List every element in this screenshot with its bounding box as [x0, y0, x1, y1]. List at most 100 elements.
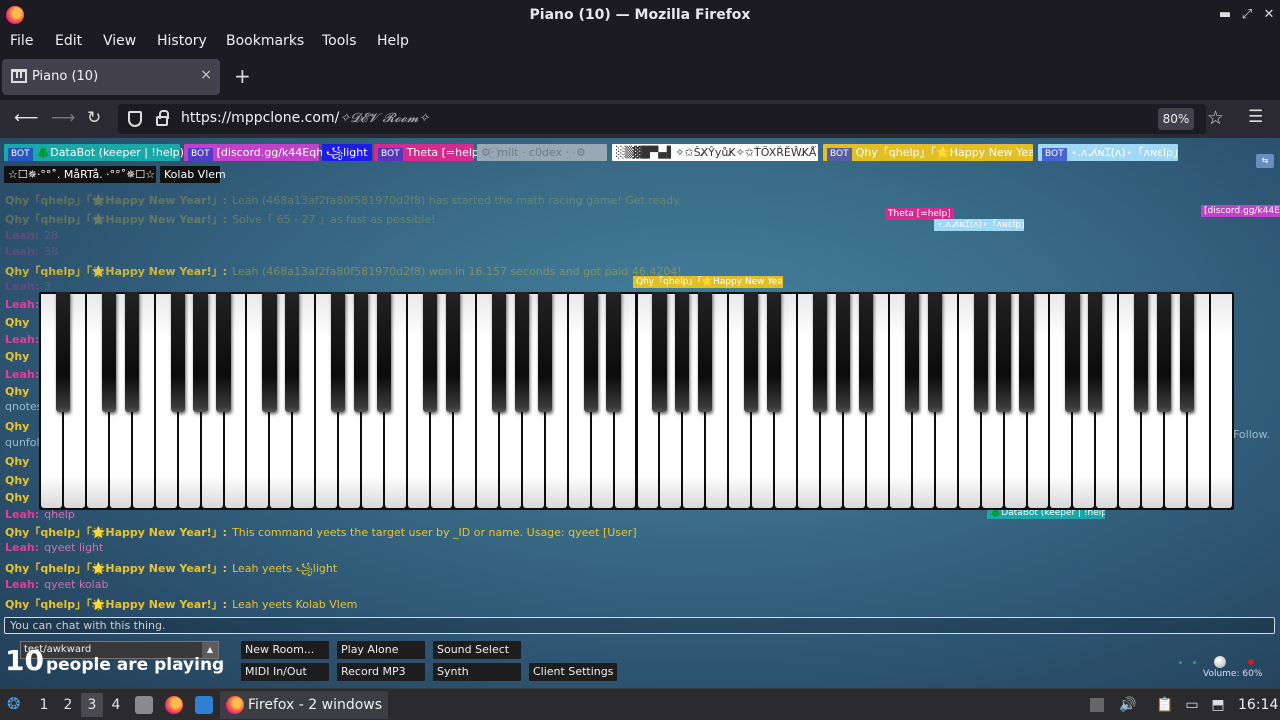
user-tag[interactable]: ⚙·꙰ mllt · c0dex · ·⚙ — [477, 144, 607, 161]
url-bar[interactable]: https://mppclone.com/✧𝓓𝓔𝓥 𝓡𝓸𝓸𝓶✧ 80% ☆ — [118, 104, 1224, 134]
clipboard-icon[interactable]: 📋 — [1156, 696, 1174, 714]
midi-button[interactable]: MIDI In/Out — [241, 663, 329, 681]
black-key[interactable] — [652, 292, 667, 412]
black-key[interactable] — [1065, 292, 1080, 412]
black-key[interactable] — [354, 292, 369, 412]
chat-text: This command yeets the target user by _I… — [232, 526, 637, 539]
close-window-icon[interactable]: ✕ — [1258, 5, 1280, 25]
black-key[interactable] — [606, 292, 621, 412]
user-tag[interactable]: ░▒▓█▀▄▌✧✩ŠX̸ŶyůK̸✧✩ŤÖXŘĚŴK̸Ǻ✧✩ ▐▀▄█▓▒░ — [612, 144, 818, 161]
volume-control[interactable]: Volume: 60% — [1174, 653, 1264, 683]
lock-icon[interactable] — [156, 110, 169, 126]
desktop-icon[interactable] — [195, 696, 213, 714]
black-key[interactable] — [537, 292, 552, 412]
workspace-4[interactable]: 4 — [105, 693, 127, 717]
black-key[interactable] — [767, 292, 782, 412]
piano-keyboard[interactable] — [39, 292, 1234, 510]
app-menu-icon[interactable]: ☰ — [1248, 107, 1263, 127]
synth-button[interactable]: Synth — [433, 663, 521, 681]
black-key[interactable] — [491, 292, 506, 412]
black-key[interactable] — [193, 292, 208, 412]
user-tag[interactable]: BOT ⋆.ᴧ.ᴧ̸ɴꞮ(ᴧ)⋆「ᴧɴɛlp」 — [1038, 144, 1178, 161]
black-key[interactable] — [216, 292, 231, 412]
black-key[interactable] — [101, 292, 116, 412]
volume-icon[interactable]: 🔊 — [1119, 696, 1137, 714]
reload-icon[interactable]: ↻ — [87, 108, 101, 128]
black-key[interactable] — [55, 292, 71, 412]
new-room-button[interactable]: New Room... — [241, 641, 329, 659]
user-tag[interactable]: BOTQhy「qhelp」「🌟Happy New Year!」 — [823, 144, 1033, 161]
menu-history[interactable]: History — [157, 33, 207, 49]
workspace-3[interactable]: 3 — [81, 693, 103, 717]
record-mp3-button[interactable]: Record MP3 — [337, 663, 425, 681]
new-tab-button[interactable]: + — [234, 66, 251, 86]
client-settings-button[interactable]: Client Settings — [529, 663, 617, 681]
menu-help[interactable]: Help — [377, 33, 409, 49]
user-tag[interactable]: BOT Theta [=help] — [374, 144, 483, 161]
workspace-2[interactable]: 2 — [57, 693, 79, 717]
black-key[interactable] — [927, 292, 942, 412]
file-manager-icon[interactable] — [135, 696, 153, 714]
url-text[interactable]: https://mppclone.com/✧𝓓𝓔𝓥 𝓡𝓸𝓸𝓶✧ — [181, 110, 429, 126]
black-key[interactable] — [1088, 292, 1103, 412]
black-key[interactable] — [262, 292, 277, 412]
black-key[interactable] — [996, 292, 1011, 412]
forward-icon[interactable]: ⟶ — [51, 108, 75, 128]
menu-file[interactable]: File — [10, 33, 33, 49]
black-key[interactable] — [812, 292, 828, 412]
black-key[interactable] — [744, 292, 759, 412]
back-icon[interactable]: ⟵ — [14, 108, 38, 128]
maximize-icon[interactable]: ⤢ — [1236, 5, 1258, 25]
black-key[interactable] — [445, 292, 461, 412]
start-menu-icon[interactable]: ❂ — [7, 694, 20, 713]
chat-message: Qhy「qhelp」「🌟Happy New Year!」: Solve「 65 -… — [5, 211, 436, 227]
black-key[interactable] — [904, 292, 919, 412]
shield-icon[interactable] — [128, 111, 142, 127]
menu-tools[interactable]: Tools — [322, 33, 357, 49]
black-key[interactable] — [124, 292, 139, 412]
user-tag[interactable]: BOT 🌲DataBot (keeper | !help)🌲 — [4, 144, 198, 161]
black-key[interactable] — [331, 292, 346, 412]
taskbar-firefox-button[interactable]: Firefox - 2 windows — [220, 691, 388, 719]
tray-up-icon[interactable] — [1090, 698, 1104, 712]
black-key[interactable] — [1134, 292, 1149, 412]
network-icon[interactable]: ⬒ — [1209, 696, 1227, 714]
black-key[interactable] — [583, 292, 598, 412]
black-key[interactable] — [514, 292, 529, 412]
black-key[interactable] — [285, 292, 300, 412]
menu-bookmarks[interactable]: Bookmarks — [226, 33, 304, 49]
minimize-icon[interactable]: ▬ — [1214, 5, 1236, 25]
black-key[interactable] — [835, 292, 851, 412]
menu-view[interactable]: View — [103, 33, 136, 49]
workspace-1[interactable]: 1 — [33, 693, 55, 717]
tab-piano[interactable]: Piano (10) × — [2, 59, 220, 95]
black-key[interactable] — [377, 292, 392, 412]
play-alone-button[interactable]: Play Alone — [337, 641, 425, 659]
black-key[interactable] — [698, 292, 713, 412]
sound-select-button[interactable]: Sound Select — [433, 641, 521, 659]
user-tag[interactable]: Kolab Vlem — [160, 166, 226, 183]
user-tag[interactable]: ☆☐✵·°°˚. MåRTå. ·°°˚✵☐☆ — [4, 166, 156, 183]
black-key[interactable] — [1157, 292, 1172, 412]
black-key[interactable] — [422, 292, 438, 412]
user-tag[interactable]: ꧁light — [322, 144, 372, 161]
user-tag[interactable]: BOT [discord.gg/k44Eqha] — [184, 144, 334, 161]
volume-knob[interactable] — [1214, 656, 1226, 668]
close-tab-icon[interactable]: × — [200, 67, 212, 83]
firefox-launcher-icon[interactable] — [165, 696, 183, 714]
black-key[interactable] — [1180, 292, 1195, 412]
zoom-badge[interactable]: 80% — [1158, 108, 1194, 130]
display-icon[interactable]: ▭ — [1183, 696, 1201, 714]
black-key[interactable] — [973, 292, 988, 412]
bookmark-star-icon[interactable]: ☆ — [1207, 107, 1224, 129]
chat-text: Leah (468a13af2fa80f581970d2f8) has star… — [232, 194, 682, 207]
chat-input[interactable] — [5, 618, 1274, 633]
black-key[interactable] — [858, 292, 874, 412]
black-key[interactable] — [170, 292, 185, 412]
white-key[interactable] — [1211, 294, 1232, 508]
user-list-toggle-icon[interactable]: ⇆ — [1256, 154, 1274, 168]
menu-edit[interactable]: Edit — [55, 33, 82, 49]
chat-input-box[interactable] — [4, 617, 1275, 634]
black-key[interactable] — [675, 292, 690, 412]
black-key[interactable] — [1019, 292, 1034, 412]
